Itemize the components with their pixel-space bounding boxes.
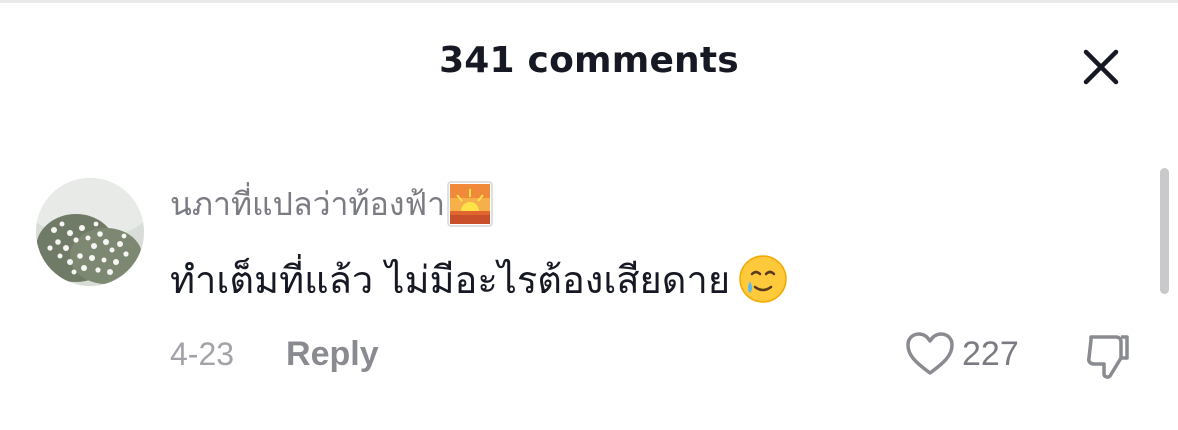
thumbs-down-icon [1087,335,1129,379]
comment-text: ทำเต็มที่แล้ว ไม่มีอะไรต้องเสียดาย [170,257,731,302]
avatar-flowers-image [36,178,144,286]
top-divider [0,0,1178,3]
comment-body: ทำเต็มที่แล้ว ไม่มีอะไรต้องเสียดาย [170,244,788,314]
dislike-button[interactable] [1080,328,1136,384]
close-icon [1083,49,1119,85]
reply-button[interactable]: Reply [286,335,379,374]
like-button[interactable] [904,330,956,378]
username[interactable]: นภาที่แปลว่าท้องฟ้า [170,179,445,230]
comments-count-title: 341 comments [439,40,739,81]
sunrise-emoji-icon [447,181,493,227]
like-group: 227 [904,330,1019,378]
heart-outline-icon [906,332,954,375]
avatar[interactable] [36,178,144,286]
close-button[interactable] [1078,44,1124,90]
smiling-face-with-tear-emoji-icon [739,255,787,303]
like-count: 227 [962,334,1019,373]
comment-date: 4-23 [170,335,235,372]
scrollbar[interactable] [1160,168,1169,294]
username-row: นภาที่แปลว่าท้องฟ้า [170,180,493,228]
comment-meta: 4-23 Reply [170,330,379,378]
